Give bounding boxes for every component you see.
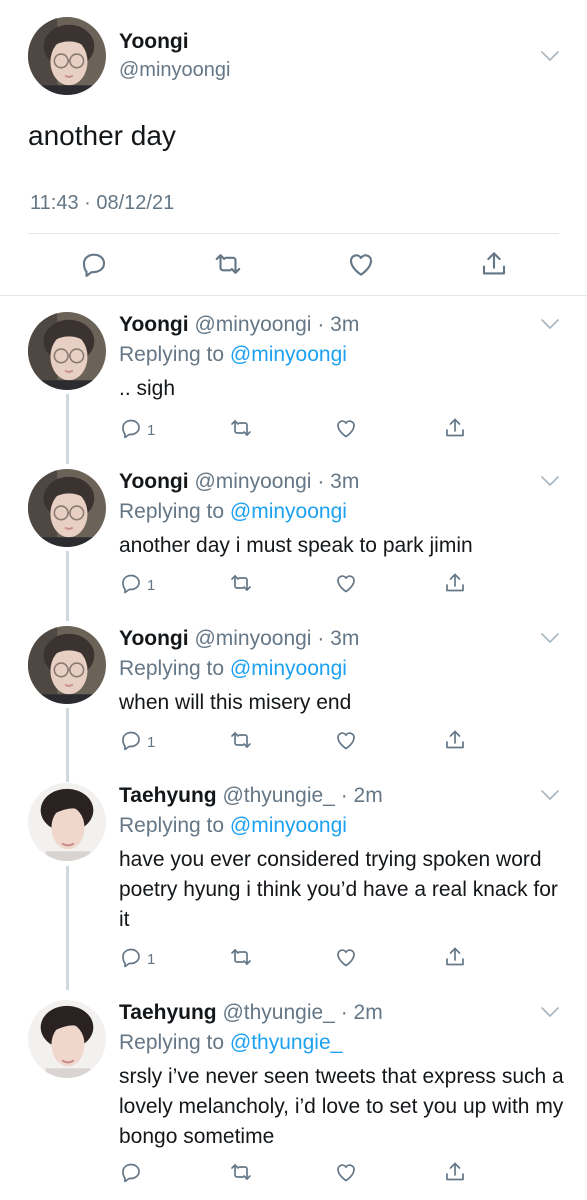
like-icon[interactable]: [334, 571, 358, 595]
reply-author-handle[interactable]: @thyungie_: [222, 1001, 334, 1024]
chevron-down-icon[interactable]: [540, 789, 560, 801]
chevron-down-icon[interactable]: [540, 632, 560, 644]
retweet-icon[interactable]: [229, 1160, 253, 1184]
retweet-icon[interactable]: [229, 728, 253, 752]
reply-author-handle[interactable]: @minyoongi: [194, 313, 311, 336]
reply-time: 3m: [330, 627, 360, 650]
reply-text: .. sigh: [119, 377, 176, 400]
chevron-down-icon[interactable]: [540, 1006, 560, 1018]
avatar[interactable]: [28, 783, 106, 861]
meta-separator: ·: [311, 313, 331, 336]
retweet-icon[interactable]: [229, 945, 253, 969]
reply-text: have you ever considered trying spoken w…: [119, 848, 558, 931]
avatar[interactable]: [28, 626, 106, 704]
chevron-down-icon[interactable]: [540, 50, 560, 62]
replying-mention[interactable]: @thyungie_: [230, 1031, 342, 1054]
avatar[interactable]: [28, 17, 106, 95]
thread-line: [66, 708, 69, 782]
reply-author-name[interactable]: Taehyung: [119, 1001, 217, 1024]
chevron-down-icon[interactable]: [540, 318, 560, 330]
meta-separator: ·: [334, 1001, 354, 1024]
like-icon[interactable]: [346, 249, 376, 279]
thread-line: [66, 394, 69, 464]
reply-text: when will this misery end: [119, 691, 352, 714]
reply-icon[interactable]: [119, 571, 143, 595]
main-tweet-timestamp: 11:43 · 08/12/21: [30, 192, 175, 214]
replying-mention[interactable]: @minyoongi: [230, 657, 347, 680]
reply-time: 3m: [330, 313, 360, 336]
thread-line: [66, 551, 69, 621]
reply-icon[interactable]: [119, 945, 143, 969]
avatar[interactable]: [28, 469, 106, 547]
main-tweet-text: another day: [28, 120, 176, 151]
like-icon[interactable]: [334, 728, 358, 752]
replying-mention[interactable]: @minyoongi: [230, 343, 347, 366]
reply-author-name[interactable]: Taehyung: [119, 784, 217, 807]
reply-text: srsly i’ve never seen tweets that expres…: [119, 1065, 564, 1148]
replying-label: Replying to: [119, 343, 225, 366]
replying-label: Replying to: [119, 1031, 225, 1054]
retweet-icon[interactable]: [213, 249, 243, 279]
reply-author-handle[interactable]: @thyungie_: [222, 784, 334, 807]
reply-count: 1: [147, 422, 156, 439]
main-author-handle[interactable]: @minyoongi: [119, 59, 230, 82]
reply-icon[interactable]: [79, 249, 109, 279]
main-author-name[interactable]: Yoongi: [119, 30, 189, 54]
reply-icon[interactable]: [119, 728, 143, 752]
reply-author-name[interactable]: Yoongi: [119, 313, 189, 336]
replying-label: Replying to: [119, 500, 225, 523]
meta-separator: ·: [311, 470, 331, 493]
replying-label: Replying to: [119, 657, 225, 680]
retweet-icon[interactable]: [229, 416, 253, 440]
chevron-down-icon[interactable]: [540, 475, 560, 487]
reply-count: 1: [147, 577, 156, 594]
avatar[interactable]: [28, 312, 106, 390]
like-icon[interactable]: [334, 416, 358, 440]
reply-author-handle[interactable]: @minyoongi: [194, 470, 311, 493]
reply-author-name[interactable]: Yoongi: [119, 470, 189, 493]
replying-mention[interactable]: @minyoongi: [230, 814, 347, 837]
share-icon[interactable]: [443, 945, 467, 969]
reply-count: 1: [147, 951, 156, 968]
replying-mention[interactable]: @minyoongi: [230, 500, 347, 523]
reply-author-name[interactable]: Yoongi: [119, 627, 189, 650]
share-icon[interactable]: [443, 571, 467, 595]
reply-count: 1: [147, 734, 156, 751]
avatar[interactable]: [28, 1000, 106, 1078]
replying-label: Replying to: [119, 814, 225, 837]
share-icon[interactable]: [479, 249, 509, 279]
meta-separator: ·: [311, 627, 331, 650]
divider: [28, 233, 559, 234]
reply-text: another day i must speak to park jimin: [119, 534, 473, 557]
reply-icon[interactable]: [119, 1160, 143, 1184]
like-icon[interactable]: [334, 945, 358, 969]
reply-time: 2m: [353, 784, 383, 807]
share-icon[interactable]: [443, 416, 467, 440]
reply-time: 2m: [353, 1001, 383, 1024]
share-icon[interactable]: [443, 728, 467, 752]
divider: [0, 295, 587, 296]
reply-time: 3m: [330, 470, 360, 493]
reply-author-handle[interactable]: @minyoongi: [194, 627, 311, 650]
thread-line: [66, 866, 69, 990]
retweet-icon[interactable]: [229, 571, 253, 595]
like-icon[interactable]: [334, 1160, 358, 1184]
meta-separator: ·: [334, 784, 354, 807]
reply-icon[interactable]: [119, 416, 143, 440]
share-icon[interactable]: [443, 1160, 467, 1184]
